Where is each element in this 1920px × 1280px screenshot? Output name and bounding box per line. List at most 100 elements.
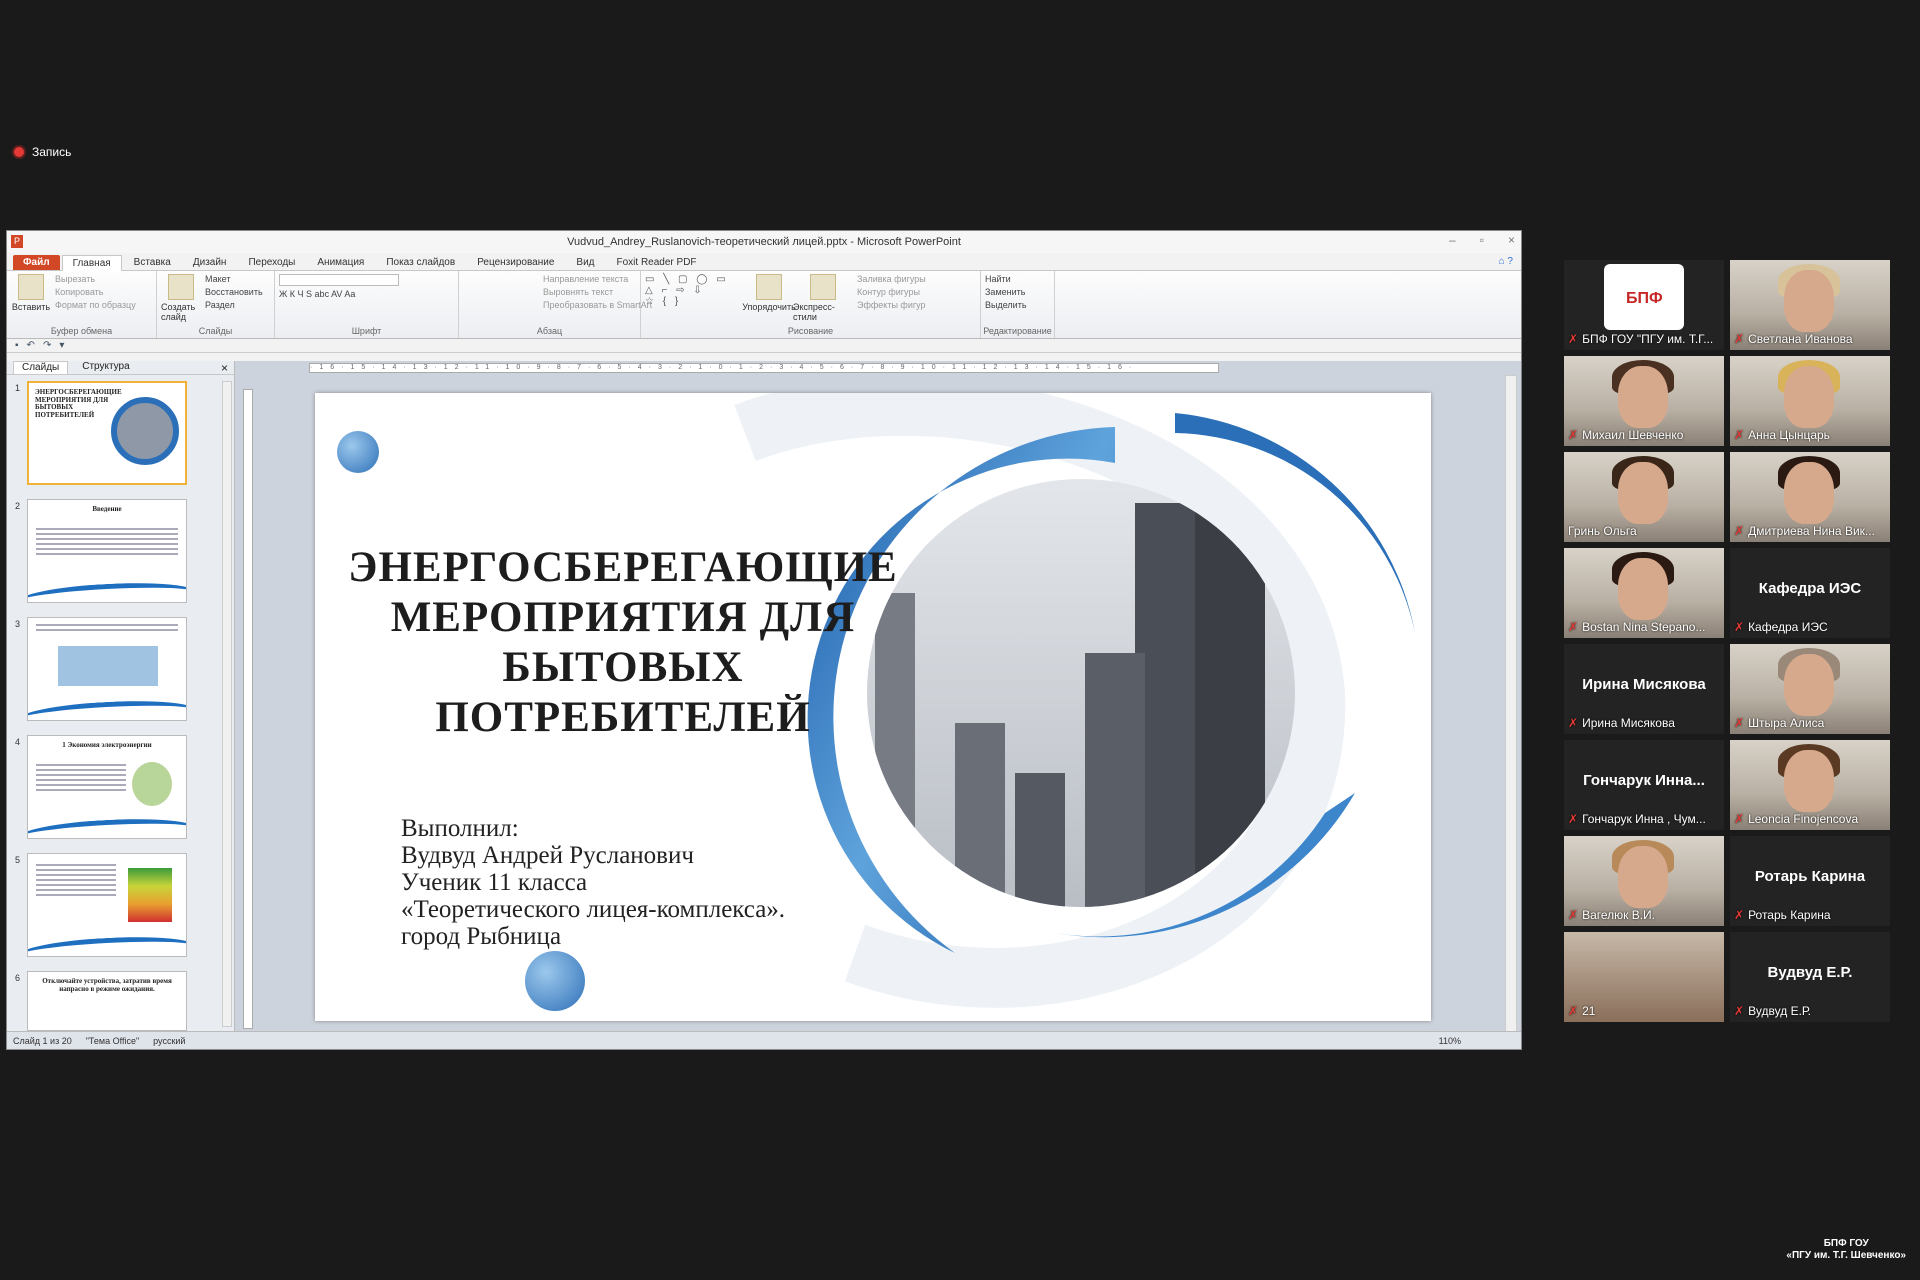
tab-foxit[interactable]: Foxit Reader PDF [607, 255, 707, 270]
quick-access-toolbar: ▪ ↶ ↷ ▾ [7, 339, 1521, 353]
thumbnail-image: Отключайте устройства, затратив время на… [27, 971, 187, 1031]
shapes-gallery[interactable]: ▭ ╲ ▢ ◯ ▭ △ ⌐ ⇨ ⇩ ☆ { } [645, 274, 745, 324]
participant-tile[interactable]: ✗ Вагелюк В.И. [1564, 836, 1724, 926]
participant-tile[interactable]: Ирина Мисякова ✗ Ирина Мисякова [1564, 644, 1724, 734]
thumbnail-wave [28, 933, 186, 956]
close-icon[interactable]: × [1508, 233, 1515, 247]
new-slide-icon [168, 274, 194, 300]
slide-thumbnail[interactable]: 6 Отключайте устройства, затратив время … [15, 971, 193, 1031]
replace-button[interactable]: Заменить [985, 287, 1027, 297]
section-button[interactable]: Раздел [205, 300, 263, 310]
group-label: Шрифт [351, 326, 382, 336]
tab-home[interactable]: Главная [61, 255, 122, 271]
participant-tile[interactable]: ✗ Штыра Алиса [1730, 644, 1890, 734]
ribbon-tabs: Файл Главная Вставка Дизайн Переходы Ани… [7, 253, 1521, 271]
participant-tile[interactable]: Вудвуд Е.Р. ✗ Вудвуд Е.Р. [1730, 932, 1890, 1022]
participant-tile[interactable]: Гончарук Инна... ✗ Гончарук Инна , Чум... [1564, 740, 1724, 830]
slide-number: 5 [15, 855, 21, 865]
maximize-icon[interactable]: ▫ [1480, 233, 1484, 247]
slide-thumbnail[interactable]: 2 Введение [15, 499, 193, 607]
slide-thumbnail[interactable]: 3 [15, 617, 193, 725]
tab-view[interactable]: Вид [566, 255, 604, 270]
panel-scrollbar[interactable] [222, 381, 232, 1027]
participant-tile[interactable]: ✗ Leoncia Finojencova [1730, 740, 1890, 830]
zoom-level[interactable]: 110% [1439, 1036, 1461, 1046]
font-name-select[interactable] [279, 274, 399, 286]
select-button[interactable]: Выделить [985, 300, 1027, 310]
thumbnail-energy-chart [128, 868, 172, 922]
slide-thumbnail[interactable]: 4 1 Экономия электроэнергии [15, 735, 193, 843]
help-icon[interactable]: ⌂ ? [1499, 256, 1513, 267]
decorative-circle-bottom [525, 951, 585, 1011]
panel-close-icon[interactable]: × [221, 361, 228, 375]
ribbon: Вставить Вырезать Копировать Формат по о… [7, 271, 1521, 339]
new-slide-button[interactable]: Создать слайд [161, 274, 201, 324]
slide-counter: Слайд 1 из 20 [13, 1035, 72, 1046]
participant-display-name: Кафедра ИЭС [1758, 580, 1862, 597]
language[interactable]: русский [153, 1036, 185, 1046]
slide-title[interactable]: ЭНЕРГОСБЕРЕГАЮЩИЕ МЕРОПРИЯТИЯ ДЛЯ БЫТОВЫ… [333, 543, 913, 743]
text-direction-button[interactable]: Направление текста [543, 274, 652, 284]
muted-mic-icon: ✗ [1734, 716, 1745, 730]
format-painter-button[interactable]: Формат по образцу [55, 300, 136, 310]
tab-review[interactable]: Рецензирование [467, 255, 564, 270]
layout-button[interactable]: Макет [205, 274, 263, 284]
slide-author-block[interactable]: Выполнил: Вудвуд Андрей Русланович Учени… [401, 815, 785, 950]
reset-button[interactable]: Восстановить [205, 287, 263, 297]
minimize-icon[interactable]: – [1449, 233, 1456, 247]
participant-tile[interactable]: Гринь Ольга [1564, 452, 1724, 542]
muted-mic-icon: ✗ [1734, 524, 1745, 538]
shape-outline-button[interactable]: Контур фигуры [857, 287, 926, 297]
participant-tile[interactable]: ✗ Дмитриева Нина Вик... [1730, 452, 1890, 542]
status-bar: Слайд 1 из 20 "Тема Office" русский 110% [7, 1031, 1521, 1049]
customize-icon[interactable]: ▾ [59, 340, 64, 351]
group-label: Слайды [198, 326, 233, 336]
find-button[interactable]: Найти [985, 274, 1027, 284]
participant-tile[interactable]: ✗ Анна Цынцарь [1730, 356, 1890, 446]
muted-mic-icon: ✗ [1734, 428, 1745, 442]
muted-mic-icon: ✗ [1734, 1004, 1745, 1018]
participant-tile[interactable]: ✗ Михаил Шевченко [1564, 356, 1724, 446]
participant-name: ✗ Гончарук Инна , Чум... [1568, 812, 1706, 826]
author-line: город Рыбница [401, 923, 562, 950]
tab-file[interactable]: Файл [13, 255, 60, 270]
slide-thumbnail[interactable]: 1 ЭНЕРГОСБЕРЕГАЮЩИЕ МЕРОПРИЯТИЯ ДЛЯ БЫТО… [15, 381, 193, 489]
shape-effects-button[interactable]: Эффекты фигур [857, 300, 926, 310]
participant-tile[interactable]: ✗ 21 [1564, 932, 1724, 1022]
participant-tile[interactable]: Кафедра ИЭС ✗ Кафедра ИЭС [1730, 548, 1890, 638]
thumbnail-image [27, 617, 187, 721]
participant-tile[interactable]: ✗ Светлана Иванова [1730, 260, 1890, 350]
copy-button[interactable]: Копировать [55, 287, 136, 297]
participant-tile[interactable]: Ротарь Карина ✗ Ротарь Карина [1730, 836, 1890, 926]
tab-transitions[interactable]: Переходы [238, 255, 305, 270]
participant-tile[interactable]: БПФ ✗ БПФ ГОУ "ПГУ им. Т.Г... [1564, 260, 1724, 350]
slide-canvas[interactable]: ЭНЕРГОСБЕРЕГАЮЩИЕ МЕРОПРИЯТИЯ ДЛЯ БЫТОВЫ… [315, 393, 1431, 1021]
participant-tile[interactable]: ✗ Bostan Nina Stepano... [1564, 548, 1724, 638]
cut-button[interactable]: Вырезать [55, 274, 136, 284]
participant-name: ✗ Дмитриева Нина Вик... [1734, 524, 1875, 538]
slide-thumbnail[interactable]: 5 [15, 853, 193, 961]
window-title: Vudvud_Andrey_Ruslanovich-теоретический … [567, 236, 961, 248]
tab-insert[interactable]: Вставка [124, 255, 181, 270]
undo-icon[interactable]: ↶ [27, 340, 35, 351]
tab-design[interactable]: Дизайн [183, 255, 237, 270]
thumbnail-image: 1 Экономия электроэнергии [27, 735, 187, 839]
editor-scrollbar[interactable] [1505, 375, 1517, 1035]
shape-fill-button[interactable]: Заливка фигуры [857, 274, 926, 284]
decorative-circle-top [337, 431, 379, 473]
save-icon[interactable]: ▪ [15, 340, 19, 351]
font-format-buttons[interactable]: Ж К Ч S abc AV Aa [279, 289, 399, 299]
align-text-button[interactable]: Выровнять текст [543, 287, 652, 297]
participant-display-name: Ирина Мисякова [1582, 676, 1706, 693]
redo-icon[interactable]: ↷ [43, 340, 51, 351]
tab-outline[interactable]: Структура [74, 361, 137, 374]
organization-watermark: БПФ ГОУ «ПГУ им. Т.Г. Шевченко» [1786, 1238, 1906, 1262]
tab-slides[interactable]: Слайды [13, 361, 69, 374]
quick-styles-button[interactable]: Экспресс-стили [793, 274, 853, 324]
tab-slideshow[interactable]: Показ слайдов [376, 255, 465, 270]
smartart-button[interactable]: Преобразовать в SmartArt [543, 300, 652, 310]
arrange-button[interactable]: Упорядочить [742, 274, 796, 324]
group-drawing: ▭ ╲ ▢ ◯ ▭ △ ⌐ ⇨ ⇩ ☆ { } Упорядочить Экспре… [641, 271, 981, 338]
tab-animation[interactable]: Анимация [307, 255, 374, 270]
paste-button[interactable]: Вставить [11, 274, 51, 324]
